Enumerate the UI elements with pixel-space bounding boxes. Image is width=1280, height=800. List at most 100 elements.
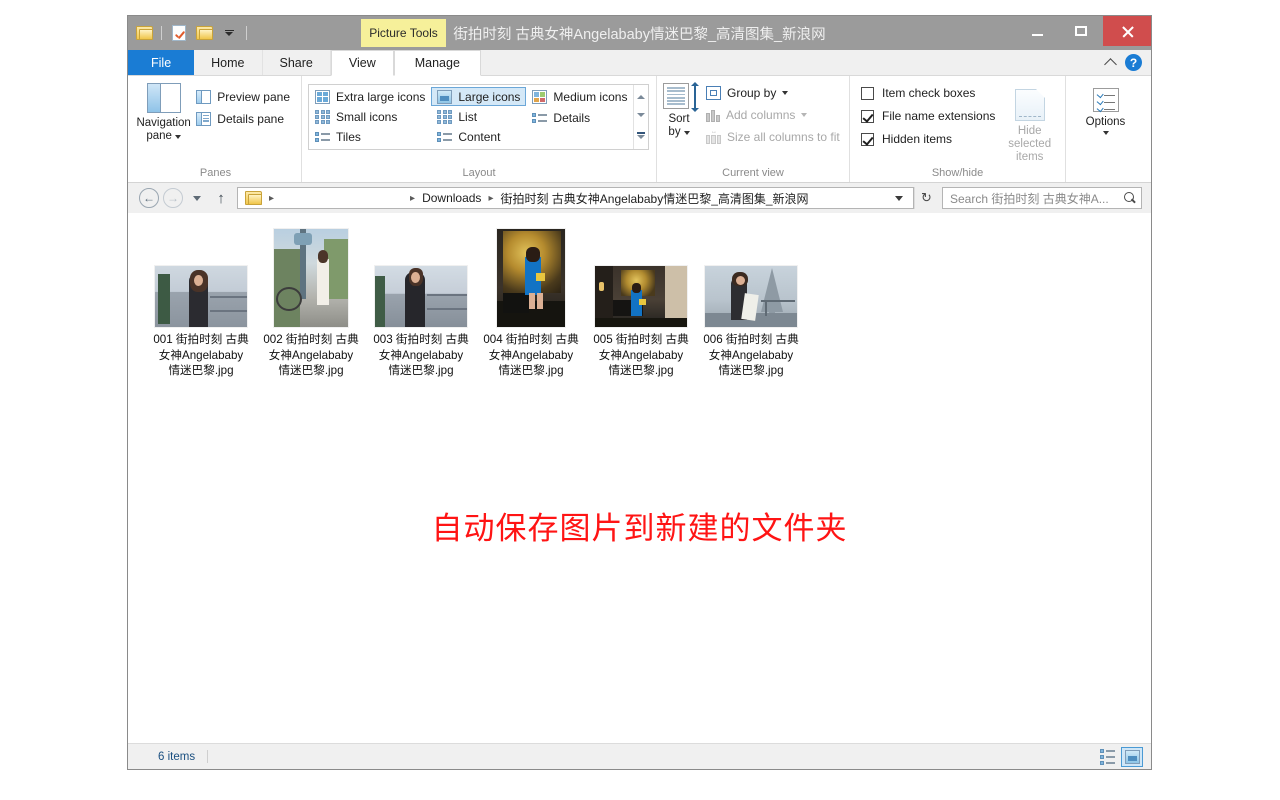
file-name: 005 街拍时刻 古典女神Angelababy情迷巴黎.jpg xyxy=(593,333,689,377)
group-by-icon xyxy=(706,86,721,100)
thumbnail-container xyxy=(497,227,565,327)
list-item[interactable]: 004 街拍时刻 古典女神Angelababy情迷巴黎.jpg xyxy=(476,227,586,379)
breadcrumb-item-current-folder[interactable]: 街拍时刻 古典女神Angelababy情迷巴黎_高清图集_新浪网 xyxy=(497,189,811,208)
navigation-pane-button[interactable]: Navigation pane xyxy=(136,81,191,143)
help-icon[interactable]: ? xyxy=(1125,54,1142,71)
layout-gallery-scroll[interactable] xyxy=(633,85,648,149)
tab-file[interactable]: File xyxy=(128,50,195,75)
layout-medium-icons[interactable]: Medium icons xyxy=(526,87,633,107)
divider xyxy=(246,26,247,40)
layout-details[interactable]: Details xyxy=(526,108,633,128)
size-all-columns-to-fit-button: ↔ Size all columns to fit xyxy=(701,127,845,147)
scroll-up-icon[interactable] xyxy=(637,95,646,100)
layout-gallery-column-1: Extra large icons Small icons Tiles xyxy=(309,85,431,149)
options-button[interactable]: Options xyxy=(1072,86,1139,135)
status-item-count: 6 items xyxy=(158,750,196,763)
preview-pane-label: Preview pane xyxy=(217,90,290,104)
details-pane-button[interactable]: Details pane xyxy=(191,109,295,129)
breadcrumb[interactable]: ▸ ▸ Downloads ▸ 街拍时刻 古典女神Angelababy情迷巴黎_… xyxy=(237,187,914,209)
layout-gallery-column-3: Medium icons Details xyxy=(526,85,633,149)
options-icon xyxy=(1092,88,1119,113)
item-check-boxes-option[interactable]: Item check boxes xyxy=(856,83,1000,103)
item-check-boxes-checkbox[interactable] xyxy=(861,86,874,100)
layout-content[interactable]: Content xyxy=(431,128,526,147)
size-columns-label: Size all columns to fit xyxy=(727,130,840,144)
content-icon xyxy=(437,130,453,144)
file-list-view[interactable]: 001 街拍时刻 古典女神Angelababy情迷巴黎.jpg 002 街拍时刻… xyxy=(128,213,1151,743)
file-name: 002 街拍时刻 古典女神Angelababy情迷巴黎.jpg xyxy=(263,333,359,377)
list-icon xyxy=(437,110,453,125)
options-label: Options xyxy=(1085,116,1126,128)
layout-large-icons[interactable]: Large icons xyxy=(431,87,527,107)
sort-by-button[interactable]: Sort by xyxy=(663,81,699,139)
large-icons-view-button[interactable] xyxy=(1121,746,1143,767)
refresh-button[interactable]: ↻ xyxy=(914,187,938,209)
file-name-extensions-checkbox[interactable] xyxy=(861,109,874,123)
file-name: 004 街拍时刻 古典女神Angelababy情迷巴黎.jpg xyxy=(483,333,579,377)
gallery-more-icon[interactable] xyxy=(637,131,646,139)
breadcrumb-folder-icon xyxy=(242,189,265,208)
new-folder-icon[interactable] xyxy=(194,23,214,43)
details-view-button[interactable] xyxy=(1096,747,1118,767)
up-button[interactable]: ↑ xyxy=(209,186,233,210)
file-name-extensions-label: File name extensions xyxy=(882,109,996,123)
ribbon-group-label-options xyxy=(1066,164,1145,182)
search-input[interactable]: Search 街拍时刻 古典女神A... xyxy=(942,187,1142,209)
tab-home[interactable]: Home xyxy=(194,50,263,75)
chevron-down-icon[interactable] xyxy=(895,195,903,201)
list-item[interactable]: 006 街拍时刻 古典女神Angelababy情迷巴黎.jpg xyxy=(696,227,806,379)
layout-small-icons[interactable]: Small icons xyxy=(309,107,431,126)
tab-manage[interactable]: Manage xyxy=(393,50,481,76)
properties-icon[interactable] xyxy=(169,23,189,43)
customize-quick-access-icon[interactable] xyxy=(219,23,239,43)
list-item[interactable]: 005 街拍时刻 古典女神Angelababy情迷巴黎.jpg xyxy=(586,227,696,379)
size-columns-icon: ↔ xyxy=(706,129,721,144)
navigation-pane-icon xyxy=(146,83,181,113)
hidden-items-option[interactable]: Hidden items xyxy=(856,129,1000,149)
window-controls xyxy=(1015,16,1151,46)
list-item[interactable]: 002 街拍时刻 古典女神Angelababy情迷巴黎.jpg xyxy=(256,227,366,379)
sort-by-label-line1: Sort xyxy=(668,113,690,125)
details-pane-label: Details pane xyxy=(217,112,284,126)
close-button[interactable] xyxy=(1103,16,1151,46)
breadcrumb-separator[interactable]: ▸ xyxy=(406,193,419,204)
breadcrumb-separator[interactable]: ▸ xyxy=(484,193,497,204)
ribbon-group-label-current-view: Current view xyxy=(722,167,784,179)
layout-tiles[interactable]: Tiles xyxy=(309,128,431,147)
chevron-up-icon[interactable] xyxy=(1104,57,1117,71)
preview-pane-icon xyxy=(196,90,212,104)
details-view-icon xyxy=(1099,748,1115,765)
back-button[interactable]: ← xyxy=(137,186,161,210)
layout-list[interactable]: List xyxy=(431,107,526,126)
list-item[interactable]: 003 街拍时刻 古典女神Angelababy情迷巴黎.jpg xyxy=(366,227,476,379)
group-by-button[interactable]: Group by xyxy=(701,83,845,103)
explorer-window: Picture Tools 街拍时刻 古典女神Angelababy情迷巴黎_高清… xyxy=(127,15,1152,770)
ribbon: Navigation pane Preview pane Details pan… xyxy=(128,76,1151,183)
ribbon-group-label-show-hide: Show/hide xyxy=(931,167,984,179)
layout-label: Small icons xyxy=(336,109,398,124)
preview-pane-button[interactable]: Preview pane xyxy=(191,87,295,107)
forward-button[interactable]: → xyxy=(161,186,185,210)
chevron-down-icon xyxy=(1102,131,1109,135)
tab-share[interactable]: Share xyxy=(262,50,331,75)
breadcrumb-item-downloads[interactable]: Downloads xyxy=(419,189,484,208)
layout-label: List xyxy=(458,110,478,125)
breadcrumb-separator[interactable]: ▸ xyxy=(265,193,278,204)
layout-extra-large-icons[interactable]: Extra large icons xyxy=(309,87,431,106)
folder-icon[interactable] xyxy=(134,23,154,43)
file-thumbnail xyxy=(595,266,687,327)
chevron-down-icon xyxy=(801,113,808,117)
layout-label: Medium icons xyxy=(553,90,628,104)
list-item[interactable]: 001 街拍时刻 古典女神Angelababy情迷巴黎.jpg xyxy=(146,227,256,379)
tab-view[interactable]: View xyxy=(330,50,394,76)
search-icon[interactable] xyxy=(1124,191,1137,205)
hidden-items-checkbox[interactable] xyxy=(861,132,874,146)
file-name-extensions-option[interactable]: File name extensions xyxy=(856,106,1000,126)
recent-locations-icon[interactable] xyxy=(185,186,209,210)
hidden-items-label: Hidden items xyxy=(882,132,953,146)
add-columns-icon xyxy=(706,108,720,122)
minimize-button[interactable] xyxy=(1015,16,1059,46)
maximize-button[interactable] xyxy=(1059,16,1103,46)
scroll-down-icon[interactable] xyxy=(637,113,646,118)
current-view-options: Group by Add columns ↔ Size all columns … xyxy=(695,81,845,147)
